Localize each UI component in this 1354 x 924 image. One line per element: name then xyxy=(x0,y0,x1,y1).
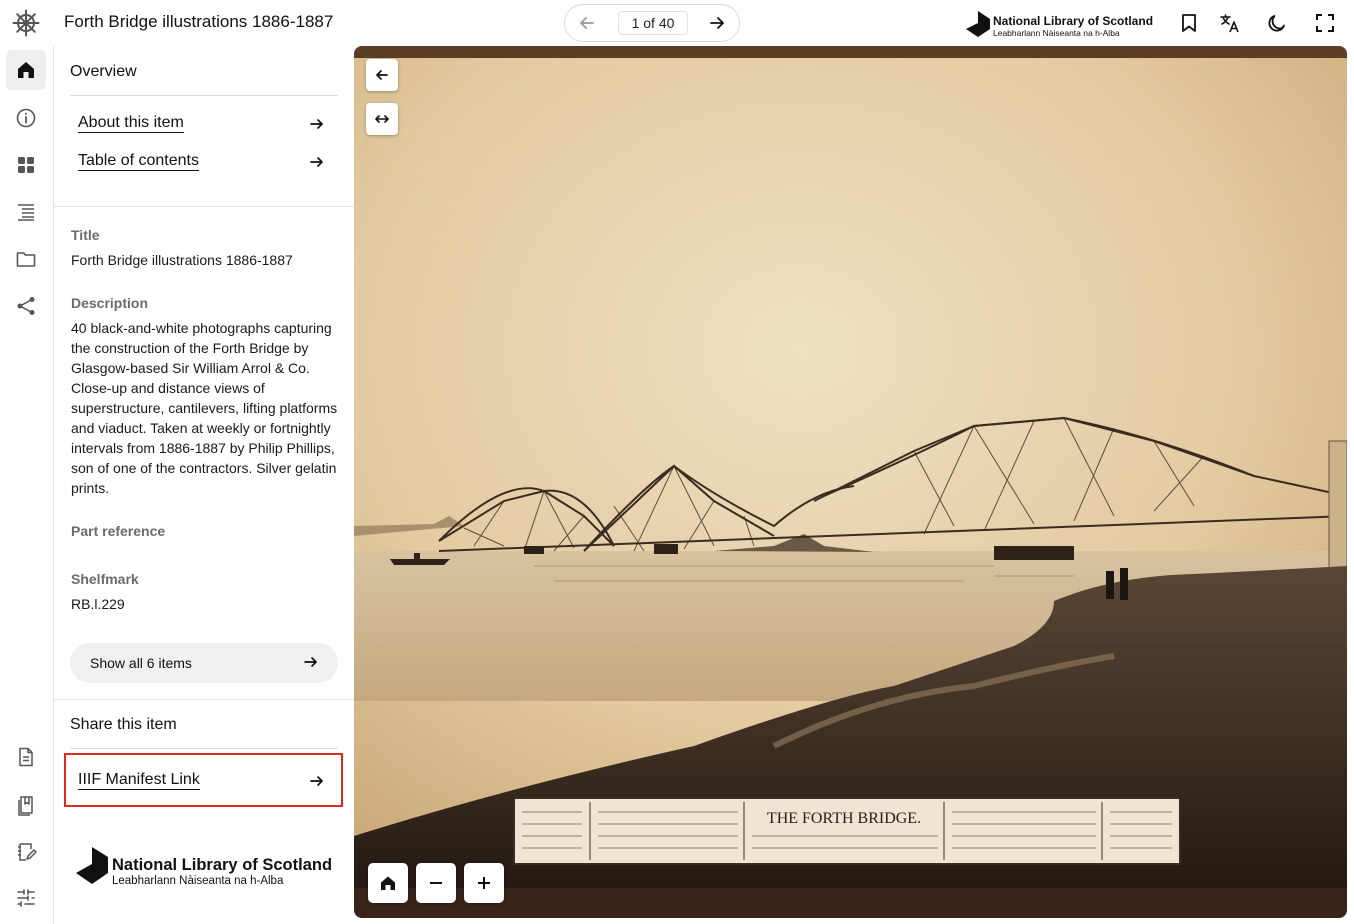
description-label: Description xyxy=(71,295,149,311)
bookmark-icon[interactable] xyxy=(1178,12,1200,34)
fit-width-icon xyxy=(375,115,389,123)
dark-mode-icon[interactable] xyxy=(1266,12,1288,34)
rail-settings-button[interactable] xyxy=(6,878,46,918)
folder-icon xyxy=(16,252,36,267)
nls-footer-logo[interactable]: National Library of Scotland Leabharlann… xyxy=(74,846,338,886)
page-counter-input[interactable]: 1 of 40 xyxy=(618,11,688,35)
overview-heading: Overview xyxy=(70,63,137,80)
image-viewer[interactable]: THE FORTH BRIDGE. xyxy=(354,46,1347,918)
contents-icon xyxy=(18,204,34,221)
title-value: Forth Bridge illustrations 1886-1887 xyxy=(71,252,293,268)
share-icon xyxy=(17,297,35,315)
left-rail xyxy=(0,46,54,924)
arrow-right-icon xyxy=(310,157,323,167)
zoom-home-button[interactable] xyxy=(368,863,408,903)
divider xyxy=(54,699,354,700)
info-icon xyxy=(16,108,36,128)
home-icon xyxy=(381,876,395,890)
grid-icon xyxy=(18,157,34,173)
minus-icon xyxy=(430,882,442,884)
divider xyxy=(70,748,338,749)
page-navigator: 1 of 40 xyxy=(564,4,740,42)
title-label: Title xyxy=(71,227,100,243)
rail-home-button[interactable] xyxy=(6,50,46,90)
notes-icon xyxy=(18,843,37,861)
table-of-contents-label: Table of contents xyxy=(78,152,199,171)
rail-grid-button[interactable] xyxy=(6,145,46,185)
rail-share-button[interactable] xyxy=(6,286,46,326)
divider xyxy=(54,206,354,207)
rail-info-button[interactable] xyxy=(6,98,46,138)
ship-wheel-icon[interactable] xyxy=(12,9,40,37)
nls-logo[interactable]: National Library of Scotland Leabharlann… xyxy=(964,9,1160,39)
rail-folder-button[interactable] xyxy=(6,239,46,279)
bookmarks-icon xyxy=(18,796,33,816)
rail-bookmarks-button[interactable] xyxy=(6,785,46,825)
about-this-item-label: About this item xyxy=(78,114,184,133)
highlight-box xyxy=(64,753,343,807)
rail-document-button[interactable] xyxy=(6,737,46,777)
shelfmark-label: Shelfmark xyxy=(71,571,139,587)
fit-width-button[interactable] xyxy=(366,103,398,135)
rail-notes-button[interactable] xyxy=(6,832,46,872)
table-of-contents-link[interactable]: Table of contents xyxy=(78,152,326,180)
show-all-items-button[interactable]: Show all 6 items xyxy=(70,643,338,683)
svg-text:THE FORTH BRIDGE.: THE FORTH BRIDGE. xyxy=(767,810,921,827)
svg-text:Leabharlann Nàiseanta na h-Alb: Leabharlann Nàiseanta na h-Alba xyxy=(993,28,1120,38)
fullscreen-icon[interactable] xyxy=(1314,12,1336,34)
document-icon xyxy=(19,747,33,767)
top-bar: Forth Bridge illustrations 1886-1887 1 o… xyxy=(0,0,1354,46)
svg-text:National Library of Scotland: National Library of Scotland xyxy=(993,14,1153,28)
settings-icon xyxy=(17,889,35,907)
plus-icon xyxy=(478,877,490,889)
previous-page-icon[interactable] xyxy=(577,13,597,33)
zoom-in-button[interactable] xyxy=(464,863,504,903)
page-title: Forth Bridge illustrations 1886-1887 xyxy=(64,12,334,31)
forth-bridge-photograph[interactable]: THE FORTH BRIDGE. xyxy=(354,46,1347,918)
part-reference-label: Part reference xyxy=(71,523,166,539)
back-button[interactable] xyxy=(366,59,398,91)
next-page-icon[interactable] xyxy=(707,13,727,33)
svg-text:Leabharlann Nàiseanta na h-Alb: Leabharlann Nàiseanta na h-Alba xyxy=(112,875,284,886)
share-heading: Share this item xyxy=(70,716,177,733)
home-icon xyxy=(18,62,34,78)
arrow-left-icon xyxy=(376,70,388,80)
overview-panel: Overview About this item Table of conten… xyxy=(54,46,354,924)
show-all-items-label: Show all 6 items xyxy=(90,655,192,671)
description-value: 40 black-and-white photographs capturing… xyxy=(71,320,338,496)
arrow-right-icon xyxy=(304,657,317,667)
zoom-out-button[interactable] xyxy=(416,863,456,903)
about-this-item-link[interactable]: About this item xyxy=(78,114,326,142)
divider xyxy=(70,95,338,96)
shelfmark-value: RB.l.229 xyxy=(71,596,125,612)
translate-icon[interactable] xyxy=(1219,12,1241,34)
arrow-right-icon xyxy=(310,119,323,129)
rail-contents-button[interactable] xyxy=(6,192,46,232)
svg-text:National Library of Scotland: National Library of Scotland xyxy=(112,856,332,874)
